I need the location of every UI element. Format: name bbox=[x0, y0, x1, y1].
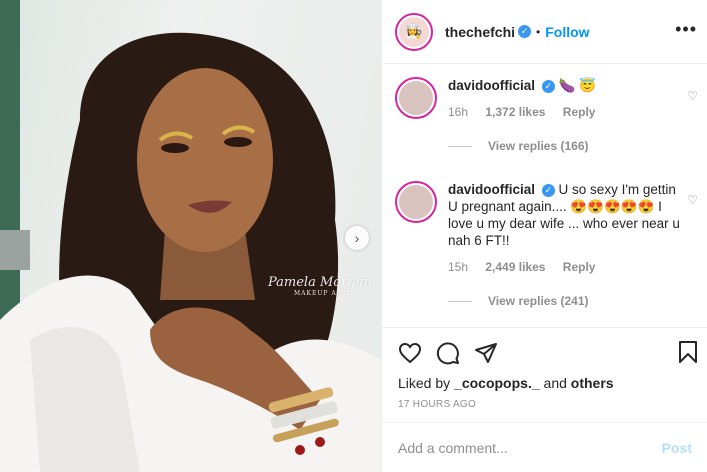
view-replies-label: View replies (241) bbox=[488, 294, 589, 308]
replies-divider-line bbox=[448, 145, 472, 147]
post-header: 👩‍🍳 thechefchi ✓ • Follow ••• bbox=[382, 0, 707, 64]
instagram-post-view: Pamela Morgan MAKEUP ARTIST › 👩‍🍳 theche… bbox=[0, 0, 707, 472]
comment-body: davidoofficial ✓ 🍆 😇 bbox=[448, 77, 688, 94]
liked-by-summary: Liked by _cocopops._ and others bbox=[398, 375, 692, 391]
commenter-avatar[interactable] bbox=[395, 181, 437, 223]
separator-dot: • bbox=[536, 24, 541, 39]
like-comment-heart-icon[interactable]: ♡ bbox=[687, 193, 698, 207]
share-send-icon[interactable] bbox=[474, 341, 498, 365]
comment-time: 15h bbox=[448, 260, 469, 274]
view-replies-button[interactable]: View replies (241) bbox=[448, 294, 700, 308]
like-comment-heart-icon[interactable]: ♡ bbox=[687, 89, 698, 103]
view-replies-label: View replies (166) bbox=[488, 139, 589, 153]
comment-item: davidoofficial ✓ 🍆 😇 ♡ 16h 1,372 likes R… bbox=[395, 77, 700, 153]
bookmark-icon[interactable] bbox=[676, 340, 700, 364]
comment-meta: 15h 2,449 likes Reply bbox=[448, 260, 700, 274]
chevron-right-icon: › bbox=[354, 230, 360, 246]
watermark-name: Pamela Morgan bbox=[268, 275, 372, 290]
liked-by-prefix: Liked by bbox=[398, 375, 455, 391]
liked-by-others[interactable]: others bbox=[571, 375, 614, 391]
add-comment-input[interactable] bbox=[398, 439, 662, 456]
comment-text: 🍆 😇 bbox=[558, 78, 596, 93]
commenter-avatar[interactable] bbox=[395, 77, 437, 119]
comment-time: 16h bbox=[448, 105, 469, 119]
photo-watermark: Pamela Morgan MAKEUP ARTIST bbox=[268, 275, 372, 297]
next-photo-button[interactable]: › bbox=[345, 226, 369, 250]
post-actions: Liked by _cocopops._ and others 17 HOURS… bbox=[382, 327, 707, 410]
view-replies-button[interactable]: View replies (166) bbox=[448, 139, 700, 153]
verified-badge-icon: ✓ bbox=[541, 183, 555, 197]
chef-avatar-icon: 👩‍🍳 bbox=[399, 16, 429, 47]
comment-meta: 16h 1,372 likes Reply bbox=[448, 105, 700, 119]
portrait-image bbox=[0, 0, 381, 472]
reply-button[interactable]: Reply bbox=[563, 260, 596, 274]
verified-badge-icon: ✓ bbox=[541, 79, 555, 93]
post-sidebar: 👩‍🍳 thechefchi ✓ • Follow ••• davidooffi… bbox=[381, 0, 707, 472]
author-avatar[interactable]: 👩‍🍳 bbox=[395, 12, 433, 51]
watermark-subtitle: MAKEUP ARTIST bbox=[294, 290, 361, 297]
heart-icon[interactable] bbox=[398, 341, 422, 365]
post-photo[interactable]: Pamela Morgan MAKEUP ARTIST › bbox=[0, 0, 381, 472]
action-icons bbox=[398, 340, 692, 366]
comment-likes[interactable]: 1,372 likes bbox=[485, 105, 545, 119]
follow-button[interactable]: Follow bbox=[545, 24, 589, 40]
comment-body: davidoofficial ✓ U so sexy I'm gettin U … bbox=[448, 181, 688, 249]
reply-button[interactable]: Reply bbox=[563, 105, 596, 119]
author-username[interactable]: thechefchi bbox=[445, 24, 515, 40]
post-timestamp[interactable]: 17 HOURS AGO bbox=[398, 399, 692, 410]
comment-username[interactable]: davidoofficial bbox=[448, 78, 535, 93]
comment-username[interactable]: davidoofficial bbox=[448, 182, 535, 197]
liked-by-and: and bbox=[539, 375, 571, 391]
more-horizontal-icon[interactable]: ••• bbox=[675, 20, 697, 38]
comments-list: davidoofficial ✓ 🍆 😇 ♡ 16h 1,372 likes R… bbox=[382, 65, 707, 327]
verified-badge-icon: ✓ bbox=[518, 25, 532, 38]
comment-composer: Post bbox=[382, 422, 707, 472]
replies-divider-line bbox=[448, 300, 472, 302]
comment-item: davidoofficial ✓ U so sexy I'm gettin U … bbox=[395, 181, 700, 308]
comment-icon[interactable] bbox=[436, 341, 460, 365]
liked-by-user[interactable]: _cocopops._ bbox=[454, 375, 540, 391]
comment-likes[interactable]: 2,449 likes bbox=[485, 260, 545, 274]
post-comment-button[interactable]: Post bbox=[662, 440, 692, 456]
